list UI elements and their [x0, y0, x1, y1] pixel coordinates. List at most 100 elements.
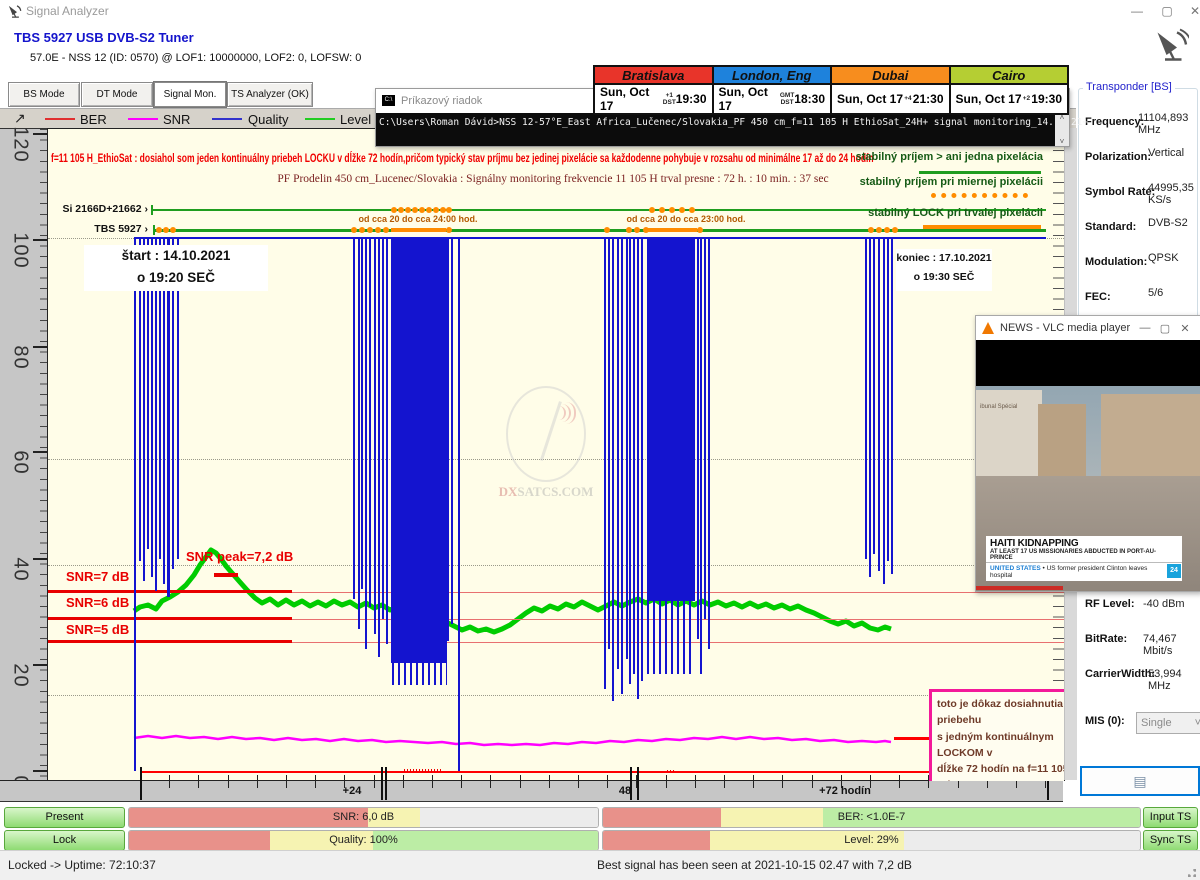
vlc-titlebar[interactable]: NEWS - VLC media player — ▢ ✕	[976, 316, 1200, 340]
field-polarization: Polarization:	[1085, 147, 1151, 165]
vlc-maximize-button[interactable]: ▢	[1155, 322, 1175, 335]
tbs-pixelation-dot	[359, 227, 365, 233]
ber-legend-dash	[45, 118, 75, 120]
ber-legend-label: BER	[80, 112, 107, 127]
chevron-down-icon: ˅	[1195, 717, 1200, 729]
value-frequency: 11104,893 MHz	[1138, 112, 1200, 136]
end-box: koniec : 17.10.2021o 19:30 SEČ	[896, 249, 992, 291]
video-progress-bar[interactable]	[976, 586, 1063, 590]
snr-legend-label: SNR	[163, 112, 190, 127]
quality-dropout-line	[637, 238, 639, 699]
value-symbolrate: 44995,35 KS/s	[1148, 182, 1200, 206]
quality-dropout-line	[869, 238, 871, 577]
quality-dropout-line	[878, 238, 880, 571]
tbs-pixelation-dot	[163, 227, 169, 233]
present-indicator-button[interactable]: Present	[4, 807, 125, 828]
x-minor-tick	[257, 775, 258, 788]
quality-legend-label: Quality	[248, 112, 288, 127]
transponder-group-title: Transponder [BS]	[1083, 81, 1175, 93]
tbs-pixelation-dot	[876, 227, 882, 233]
quality-bar: Quality: 100%	[128, 830, 599, 851]
news-subheadline: AT LEAST 17 US MISSIONARIES ABDUCTED IN …	[990, 549, 1178, 561]
snr-trace	[134, 736, 891, 745]
tbs-pixelation-dot	[446, 227, 452, 233]
console-scrollbar[interactable]: ˄ ˅	[1055, 113, 1069, 146]
quality-dropout-line	[865, 238, 867, 559]
clock-city-bratislava: Bratislava	[595, 67, 714, 85]
quality-dropout-line	[641, 238, 643, 681]
value-bitrate: 74,467 Mbit/s	[1143, 633, 1200, 657]
quality-dropout-fringe	[647, 599, 695, 674]
field-rf-level: RF Level:	[1085, 598, 1135, 610]
bs-mode-button[interactable]: BS Mode	[8, 82, 80, 107]
tbs-pixelation-dot	[892, 227, 898, 233]
y-axis-ruler: 120100806040200	[0, 128, 47, 781]
x-axis-label: +24	[322, 785, 382, 797]
y-major-tick	[33, 451, 47, 453]
close-button[interactable]: ✕	[1183, 2, 1200, 20]
ts-tool-button[interactable]: ▤	[1080, 766, 1200, 796]
si-pixelation-dot	[433, 207, 439, 213]
quality-dropout-line	[369, 238, 371, 607]
quality-dropout-line	[361, 238, 363, 589]
scroll-down-icon[interactable]: ˅	[1055, 137, 1069, 146]
snr6-refline-thick	[48, 617, 292, 620]
vlc-window: NEWS - VLC media player — ▢ ✕ ibunal Spé…	[975, 315, 1200, 592]
field-symbolrate: Symbol Rate:	[1085, 182, 1155, 200]
quality-dropout-line	[891, 238, 893, 574]
ts-analyzer-button[interactable]: TS Analyzer (OK)	[227, 82, 313, 107]
y-axis-label: 100	[9, 223, 32, 279]
dt-mode-button[interactable]: DT Mode	[81, 82, 153, 107]
value-rf-level: -40 dBm	[1143, 598, 1185, 610]
quality-dropout-line	[629, 238, 631, 684]
y-major-tick	[33, 239, 47, 241]
x-minor-tick	[812, 775, 813, 788]
legend-permanent-pixelation: stabilný LOCK pri trvalej pixelácii	[868, 207, 1043, 219]
tuner-title: TBS 5927 USB DVB-S2 Tuner	[14, 30, 194, 45]
quality-dropout-line	[386, 238, 388, 644]
x-minor-tick	[724, 775, 725, 788]
vlc-minimize-button[interactable]: —	[1135, 322, 1155, 334]
news-ticker: UNITED STATES • US former president Clin…	[986, 562, 1182, 581]
ber-bar: BER: <1.0E-7	[602, 807, 1141, 828]
proof-box: toto je dôkaz dosiahnutia priebehu s jed…	[929, 689, 1065, 781]
maximize-button[interactable]: ▢	[1155, 2, 1179, 20]
lock-indicator-button[interactable]: Lock	[4, 830, 125, 851]
x-minor-tick	[899, 775, 900, 788]
clock-time-cairo: Sun, Oct 17+219:30	[951, 85, 1068, 113]
tuner-subtitle: 57.0E - NSS 12 (ID: 0570) @ LOF1: 100000…	[30, 52, 361, 64]
quality-dropout-line	[626, 238, 628, 659]
quality-dropout-line	[353, 238, 355, 599]
resize-grip[interactable]	[1188, 869, 1196, 877]
minimize-button[interactable]: —	[1125, 2, 1149, 20]
satellite-dish-icon-large	[1153, 28, 1189, 64]
x-minor-tick	[315, 775, 316, 788]
quality-dropout-block	[647, 238, 695, 601]
app-titlebar[interactable]: Signal Analyzer — ▢ ✕	[0, 0, 1200, 22]
snr-peak-marker	[214, 573, 238, 577]
signal-mon-tab[interactable]: Signal Mon.	[154, 82, 226, 107]
mis-select[interactable]: Single˅	[1136, 712, 1200, 734]
si-pixelation-dot	[412, 207, 418, 213]
quality-dropout-line	[700, 238, 702, 674]
quality-dropout-line	[378, 238, 380, 657]
x-axis-ticks: +2448+72 hodín	[47, 781, 1063, 801]
start-box: štart : 14.10.2021o 19:20 SEČ	[84, 245, 268, 291]
vlc-close-button[interactable]: ✕	[1175, 322, 1195, 335]
field-fec: FEC:	[1085, 287, 1111, 305]
tbs-pixelation-dot	[604, 227, 610, 233]
vlc-video-area[interactable]: ibunal Spécial HAITI KIDNAPPING AT LEAST…	[976, 340, 1200, 591]
tbs-pixelation-dot	[868, 227, 874, 233]
quality-dropout-fringe	[392, 661, 447, 685]
sync-ts-button[interactable]: Sync TS	[1143, 830, 1198, 851]
si-pixelation-dot	[391, 207, 397, 213]
field-standard: Standard:	[1085, 217, 1136, 235]
console-text[interactable]: C:\Users\Roman Dávid>NSS 12-57°E_East Af…	[376, 113, 1055, 146]
chart-headline: f=11 105 H_EthioSat : dosiahol som jeden…	[51, 149, 907, 167]
y-axis-label: 40	[9, 542, 32, 598]
x-minor-tick	[432, 775, 433, 788]
tbs-pixelation-segment	[646, 228, 697, 232]
x-major-marker	[140, 767, 142, 800]
legend-stable-no-pixelation: stabilný príjem > ani jedna pixelácia	[856, 151, 1043, 163]
input-ts-button[interactable]: Input TS	[1143, 807, 1198, 828]
